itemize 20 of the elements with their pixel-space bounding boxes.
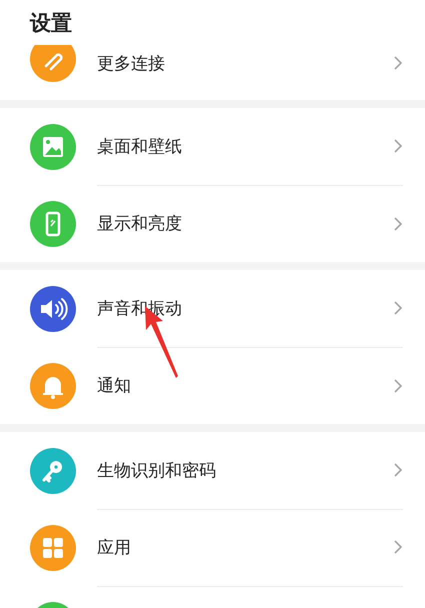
chevron-right-icon <box>393 300 403 316</box>
row-label: 通知 <box>97 375 131 397</box>
settings-row[interactable]: 通知 <box>0 347 425 424</box>
row-label: 桌面和壁纸 <box>97 136 182 158</box>
settings-row[interactable]: 显示和亮度 <box>0 185 425 262</box>
row-label: 应用 <box>97 536 131 558</box>
page-title: 设置 <box>30 10 72 36</box>
chevron-right-icon <box>393 462 403 478</box>
row-label: 更多连接 <box>97 52 165 74</box>
chevron-right-icon <box>393 138 403 154</box>
settings-row[interactable]: 生物识别和密码 <box>0 432 425 509</box>
row-label: 生物识别和密码 <box>97 460 216 482</box>
chevron-right-icon <box>393 216 403 232</box>
chevron-right-icon <box>393 378 403 394</box>
chevron-right-icon <box>393 539 403 555</box>
settings-row[interactable]: 更多连接 <box>0 45 425 100</box>
settings-row[interactable]: 应用 <box>0 509 425 586</box>
settings-row[interactable]: 桌面和壁纸 <box>0 108 425 185</box>
chevron-right-icon <box>393 55 403 71</box>
row-label: 显示和亮度 <box>97 213 182 235</box>
